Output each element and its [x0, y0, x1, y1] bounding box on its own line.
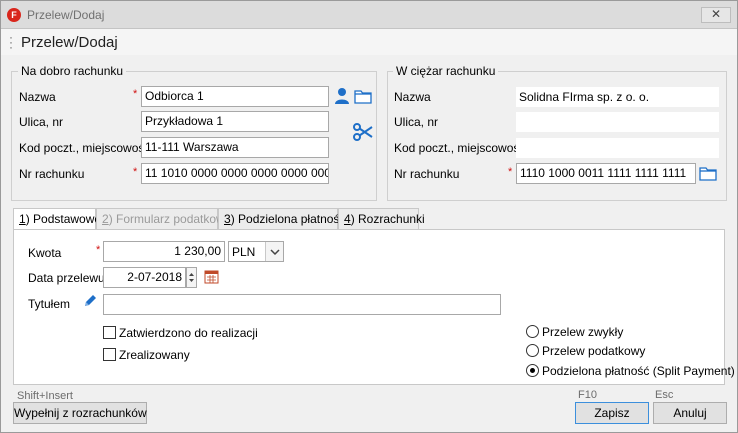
tab-basic[interactable]: 1) Podstawowe — [13, 208, 101, 231]
payer-group-title: W ciężar rachunku — [393, 64, 499, 78]
payee-street-label: Ulica, nr — [19, 115, 64, 129]
amount-required-mark: * — [96, 244, 101, 256]
currency-select[interactable]: PLN — [228, 241, 284, 262]
payee-account-label: Nr rachunku — [19, 167, 85, 181]
radio-split-label[interactable]: Podzielona płatność (Split Payment) — [542, 364, 735, 378]
radio-tax-label[interactable]: Przelew podatkowy — [542, 344, 645, 358]
payer-street-label: Ulica, nr — [394, 115, 439, 129]
pencil-icon[interactable] — [82, 293, 98, 309]
date-spinner[interactable] — [186, 267, 197, 288]
contractor-person-icon[interactable] — [334, 87, 350, 105]
tab-settlements[interactable]: 4) Rozrachunki — [338, 208, 425, 230]
cancel-button[interactable]: Anuluj — [653, 402, 727, 424]
tab-settlements-label: ) Rozrachunki — [350, 212, 425, 226]
payee-name-input[interactable]: Odbiorca 1 — [141, 86, 329, 107]
approved-label[interactable]: Zatwierdzono do realizacji — [119, 326, 258, 340]
payee-name-required-mark: * — [133, 88, 138, 100]
payee-name-label: Nazwa — [19, 90, 56, 104]
tab-settlements-key: 4 — [344, 212, 351, 226]
title-bar[interactable]: F Przelew/Dodaj ✕ — [1, 1, 737, 29]
cancel-shortcut-hint: Esc — [655, 389, 674, 401]
approved-checkbox[interactable] — [103, 326, 116, 339]
tab-split-payment-label: ) Podzielona płatność — [230, 212, 346, 226]
page-header: · · · Przelew/Dodaj — [1, 29, 737, 55]
payer-name-label: Nazwa — [394, 90, 431, 104]
payer-account-label: Nr rachunku — [394, 167, 460, 181]
scissors-icon[interactable] — [353, 123, 373, 141]
payee-city-label: Kod poczt., miejscowość — [19, 141, 151, 155]
tab-tax-form-key: 2 — [102, 212, 109, 226]
window-title: Przelew/Dodaj — [27, 8, 105, 22]
tab-split-payment[interactable]: 3) Podzielona płatność — [218, 208, 345, 230]
dialog-window: F Przelew/Dodaj ✕ · · · Przelew/Dodaj Na d… — [0, 0, 738, 433]
payer-city-value — [516, 138, 719, 158]
radio-standard-label[interactable]: Przelew zwykły — [542, 325, 623, 339]
payee-city-input[interactable]: 11-111 Warszawa — [141, 137, 329, 158]
drag-grip-icon[interactable]: · · · — [9, 31, 13, 53]
payer-name-value: Solidna FIrma sp. z o. o. — [516, 87, 719, 107]
tab-tax-form-label: ) Formularz podatkowy — [108, 212, 231, 226]
payer-city-label: Kod poczt., miejscowość — [394, 141, 526, 155]
save-button[interactable]: Zapisz — [575, 402, 649, 424]
app-logo-icon: F — [7, 8, 21, 22]
radio-tax-transfer[interactable] — [526, 344, 539, 357]
chevron-down-icon[interactable] — [265, 242, 283, 261]
payer-street-value — [516, 112, 719, 132]
fill-shortcut-hint: Shift+Insert — [17, 390, 73, 402]
save-shortcut-hint: F10 — [578, 389, 597, 401]
title-input[interactable] — [103, 294, 501, 315]
calendar-icon[interactable] — [204, 269, 219, 284]
radio-standard-transfer[interactable] — [526, 325, 539, 338]
amount-input[interactable]: 1 230,00 — [103, 241, 225, 262]
close-button[interactable]: ✕ — [701, 7, 731, 23]
folder-icon[interactable] — [354, 88, 372, 104]
amount-label: Kwota — [28, 246, 62, 260]
payee-account-required-mark: * — [133, 166, 138, 178]
tab-basic-key: 1 — [19, 212, 26, 226]
realized-label[interactable]: Zrealizowany — [119, 348, 190, 362]
payer-account-required-mark: * — [508, 166, 513, 178]
payee-group-title: Na dobro rachunku — [18, 64, 127, 78]
title-label: Tytułem — [28, 297, 71, 311]
realized-checkbox[interactable] — [103, 348, 116, 361]
payee-account-input[interactable]: 11 1010 0000 0000 0000 0000 0000 — [141, 163, 329, 184]
date-label: Data przelewu — [28, 271, 105, 285]
tab-tax-form[interactable]: 2) Formularz podatkowy — [96, 208, 231, 230]
payer-account-input[interactable]: 1110 1000 0011 1111 1111 1111 — [516, 163, 696, 184]
tab-basic-label: ) Podstawowe — [25, 212, 102, 226]
page-title: Przelew/Dodaj — [21, 34, 118, 51]
currency-value: PLN — [232, 245, 256, 259]
fill-from-settlements-button[interactable]: Wypełnij z rozrachunków — [13, 402, 147, 424]
radio-split-payment[interactable] — [526, 364, 539, 377]
date-input[interactable]: 2-07-2018 — [103, 267, 186, 288]
payee-street-input[interactable]: Przykładowa 1 — [141, 111, 329, 132]
payer-folder-icon[interactable] — [699, 165, 717, 181]
tab-split-payment-key: 3 — [224, 212, 231, 226]
